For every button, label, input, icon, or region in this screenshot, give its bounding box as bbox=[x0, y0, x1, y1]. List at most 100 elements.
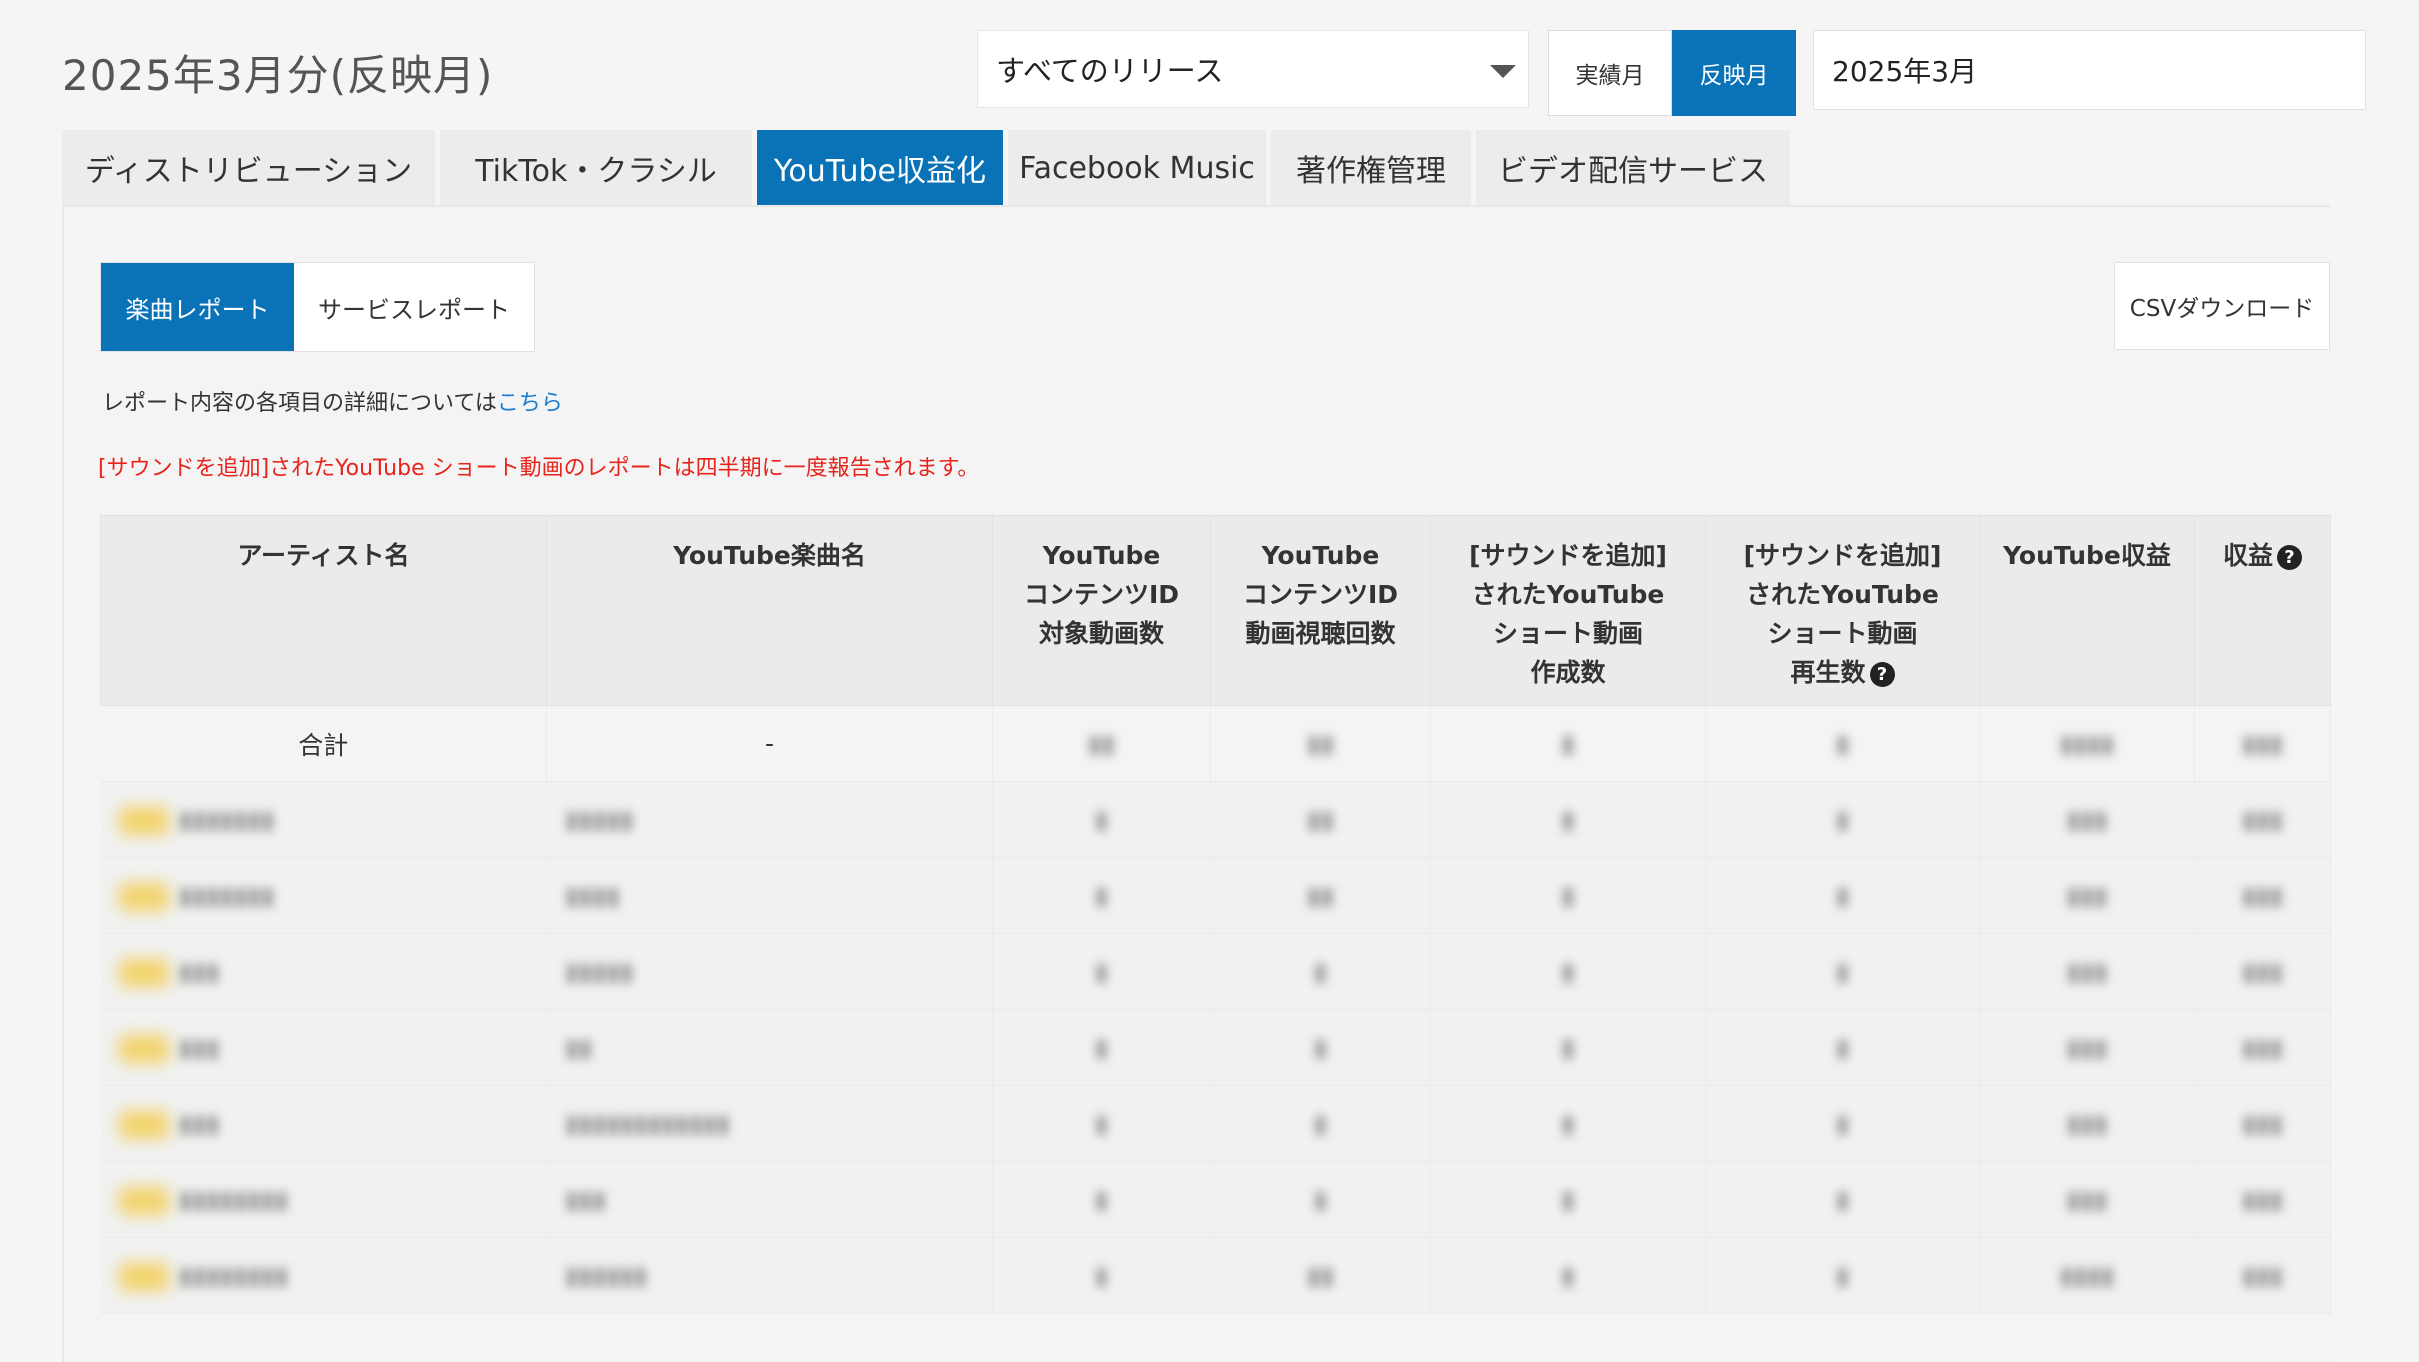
col-youtube-revenue[interactable]: YouTube収益 bbox=[1979, 515, 2195, 706]
blurred-value: ▮▮▮ bbox=[1979, 781, 2195, 858]
blurred-value: ▮▮▮▮ bbox=[1979, 705, 2195, 782]
artist-cell: ▮▮▮ bbox=[100, 1085, 547, 1162]
artist-cell: ▮▮▮▮▮▮▮▮ bbox=[100, 1237, 547, 1314]
col-cid-videos[interactable]: YouTube コンテンツID 対象動画数 bbox=[992, 515, 1211, 706]
blurred-value: ▮ bbox=[1705, 857, 1980, 934]
col-shorts-created-line2: されたYouTube bbox=[1471, 580, 1665, 609]
service-report-tab[interactable]: サービスレポート bbox=[294, 263, 534, 351]
blurred-value: ▮▮ bbox=[1210, 781, 1431, 858]
tab-tiktok[interactable]: TikTok・クラシル bbox=[440, 130, 752, 206]
table-row[interactable]: ▮▮▮▮▮▮▮ ▮▮▮▮▮ ▮ ▮▮ ▮ ▮ ▮▮▮ ▮▮▮ bbox=[100, 781, 2331, 858]
blurred-value: ▮▮▮ bbox=[1979, 1009, 2195, 1086]
release-select-value: すべてのリリース bbox=[996, 54, 1224, 88]
blurred-value: ▮ bbox=[1430, 781, 1706, 858]
blurred-value: ▮▮▮ bbox=[2194, 857, 2331, 934]
actual-month-button[interactable]: 実績月 bbox=[1548, 30, 1672, 116]
report-tabs: ディストリビューション TikTok・クラシル YouTube収益化 Faceb… bbox=[62, 130, 1795, 206]
blurred-value: ▮ bbox=[1705, 1085, 1980, 1162]
col-shorts-created-line4: 作成数 bbox=[1530, 658, 1606, 687]
song-cell: ▮▮▮▮▮▮ bbox=[546, 1237, 993, 1314]
blurred-value: ▮ bbox=[1705, 781, 1980, 858]
blurred-value: ▮▮ bbox=[1210, 857, 1431, 934]
blurred-value: ▮ bbox=[1210, 1009, 1431, 1086]
chevron-down-icon bbox=[1490, 65, 1516, 78]
song-cell: ▮▮▮▮▮▮▮▮▮▮▮▮ bbox=[546, 1085, 993, 1162]
blurred-value: ▮▮▮ bbox=[2194, 781, 2331, 858]
table-row[interactable]: ▮▮▮▮▮▮▮▮ ▮▮▮ ▮ ▮ ▮ ▮ ▮▮▮ ▮▮▮ bbox=[100, 1161, 2331, 1238]
artist-cell: ▮▮▮▮▮▮▮ bbox=[100, 857, 547, 934]
tab-copyright[interactable]: 著作権管理 bbox=[1271, 130, 1471, 206]
col-song[interactable]: YouTube楽曲名 bbox=[546, 515, 993, 706]
artist-cell: ▮▮▮ bbox=[100, 933, 547, 1010]
blurred-value: ▮ bbox=[992, 933, 1211, 1010]
col-shorts-created-line1: [サウンドを追加] bbox=[1469, 541, 1667, 570]
tab-distribution[interactable]: ディストリビューション bbox=[62, 130, 435, 206]
table-row[interactable]: ▮▮▮ ▮▮ ▮ ▮ ▮ ▮ ▮▮▮ ▮▮▮ bbox=[100, 1009, 2331, 1086]
table-row[interactable]: ▮▮▮▮▮▮▮▮ ▮▮▮▮▮▮ ▮ ▮▮ ▮ ▮ ▮▮▮▮ ▮▮▮ bbox=[100, 1237, 2331, 1314]
artist-cell: ▮▮▮▮▮▮▮ bbox=[100, 781, 547, 858]
col-cid-videos-line2: コンテンツID bbox=[1023, 580, 1180, 609]
csv-download-button[interactable]: CSVダウンロード bbox=[2114, 262, 2330, 350]
total-song: - bbox=[546, 705, 993, 782]
month-input-value: 2025年3月 bbox=[1832, 55, 1978, 88]
blurred-value: ▮ bbox=[1705, 1009, 1980, 1086]
col-cid-videos-line1: YouTube bbox=[1042, 541, 1161, 570]
col-cid-views-line2: コンテンツID bbox=[1242, 580, 1399, 609]
col-cid-views-line3: 動画視聴回数 bbox=[1245, 619, 1396, 648]
col-artist[interactable]: アーティスト名 bbox=[100, 515, 547, 706]
help-icon[interactable]: ? bbox=[1869, 661, 1895, 687]
artwork-thumbnail bbox=[118, 882, 169, 911]
total-row: 合計 - ▮▮ ▮▮ ▮ ▮ ▮▮▮▮ ▮▮▮ bbox=[100, 705, 2331, 782]
blurred-value: ▮ bbox=[1705, 705, 1980, 782]
col-cid-videos-line3: 対象動画数 bbox=[1038, 619, 1164, 648]
col-revenue-label: 収益 bbox=[2222, 541, 2273, 570]
blurred-value: ▮ bbox=[1705, 1237, 1980, 1314]
blurred-value: ▮ bbox=[1430, 705, 1706, 782]
blurred-value: ▮▮▮ bbox=[1979, 933, 2195, 1010]
artist-cell: ▮▮▮▮▮▮▮▮ bbox=[100, 1161, 547, 1238]
blurred-value: ▮ bbox=[1210, 1085, 1431, 1162]
col-revenue[interactable]: 収益? bbox=[2194, 515, 2331, 706]
blurred-value: ▮ bbox=[1210, 1161, 1431, 1238]
blurred-value: ▮ bbox=[992, 1085, 1211, 1162]
blurred-value: ▮▮▮ bbox=[2194, 933, 2331, 1010]
artwork-thumbnail bbox=[118, 1034, 169, 1063]
table-header-row: アーティスト名 YouTube楽曲名 YouTube コンテンツID 対象動画数… bbox=[100, 515, 2331, 706]
song-cell: ▮▮▮▮▮ bbox=[546, 933, 993, 1010]
blurred-value: ▮ bbox=[992, 1237, 1211, 1314]
col-shorts-created[interactable]: [サウンドを追加] されたYouTube ショート動画 作成数 bbox=[1430, 515, 1706, 706]
total-label: 合計 bbox=[100, 705, 547, 782]
blurred-value: ▮ bbox=[992, 1009, 1211, 1086]
artwork-thumbnail bbox=[118, 1110, 169, 1139]
reflect-month-button[interactable]: 反映月 bbox=[1672, 30, 1796, 116]
blurred-value: ▮▮▮ bbox=[2194, 1085, 2331, 1162]
tab-video-services[interactable]: ビデオ配信サービス bbox=[1476, 130, 1790, 206]
col-shorts-created-line3: ショート動画 bbox=[1492, 619, 1643, 648]
song-cell: ▮▮ bbox=[546, 1009, 993, 1086]
artwork-thumbnail bbox=[118, 1262, 169, 1291]
release-select[interactable]: すべてのリリース bbox=[977, 30, 1529, 108]
col-shorts-plays-line2: されたYouTube bbox=[1746, 580, 1939, 609]
song-cell: ▮▮▮▮▮ bbox=[546, 781, 993, 858]
blurred-value: ▮▮▮▮ bbox=[1979, 1237, 2195, 1314]
blurred-value: ▮ bbox=[1705, 933, 1980, 1010]
song-cell: ▮▮▮ bbox=[546, 1161, 993, 1238]
table-row[interactable]: ▮▮▮ ▮▮▮▮▮▮▮▮▮▮▮▮ ▮ ▮ ▮ ▮ ▮▮▮ ▮▮▮ bbox=[100, 1085, 2331, 1162]
blurred-value: ▮ bbox=[1430, 1237, 1706, 1314]
shorts-warning: [サウンドを追加]されたYouTube ショート動画のレポートは四半期に一度報告… bbox=[98, 456, 980, 481]
blurred-value: ▮ bbox=[1430, 1161, 1706, 1238]
help-icon[interactable]: ? bbox=[2277, 544, 2302, 570]
blurred-value: ▮▮▮ bbox=[2194, 1237, 2331, 1314]
col-shorts-plays[interactable]: [サウンドを追加] されたYouTube ショート動画 再生数? bbox=[1705, 515, 1980, 706]
blurred-value: ▮ bbox=[992, 781, 1211, 858]
blurred-value: ▮ bbox=[1430, 1009, 1706, 1086]
col-cid-views[interactable]: YouTube コンテンツID 動画視聴回数 bbox=[1210, 515, 1431, 706]
table-row[interactable]: ▮▮▮ ▮▮▮▮▮ ▮ ▮ ▮ ▮ ▮▮▮ ▮▮▮ bbox=[100, 933, 2331, 1010]
details-link[interactable]: こちら bbox=[497, 391, 563, 416]
blurred-value: ▮▮ bbox=[1210, 1237, 1431, 1314]
tab-youtube-monetization[interactable]: YouTube収益化 bbox=[757, 130, 1003, 206]
table-row[interactable]: ▮▮▮▮▮▮▮ ▮▮▮▮ ▮ ▮▮ ▮ ▮ ▮▮▮ ▮▮▮ bbox=[100, 857, 2331, 934]
month-input[interactable]: 2025年3月 bbox=[1813, 30, 2366, 110]
song-report-tab[interactable]: 楽曲レポート bbox=[101, 263, 294, 351]
tab-facebook-music[interactable]: Facebook Music bbox=[1008, 130, 1266, 206]
